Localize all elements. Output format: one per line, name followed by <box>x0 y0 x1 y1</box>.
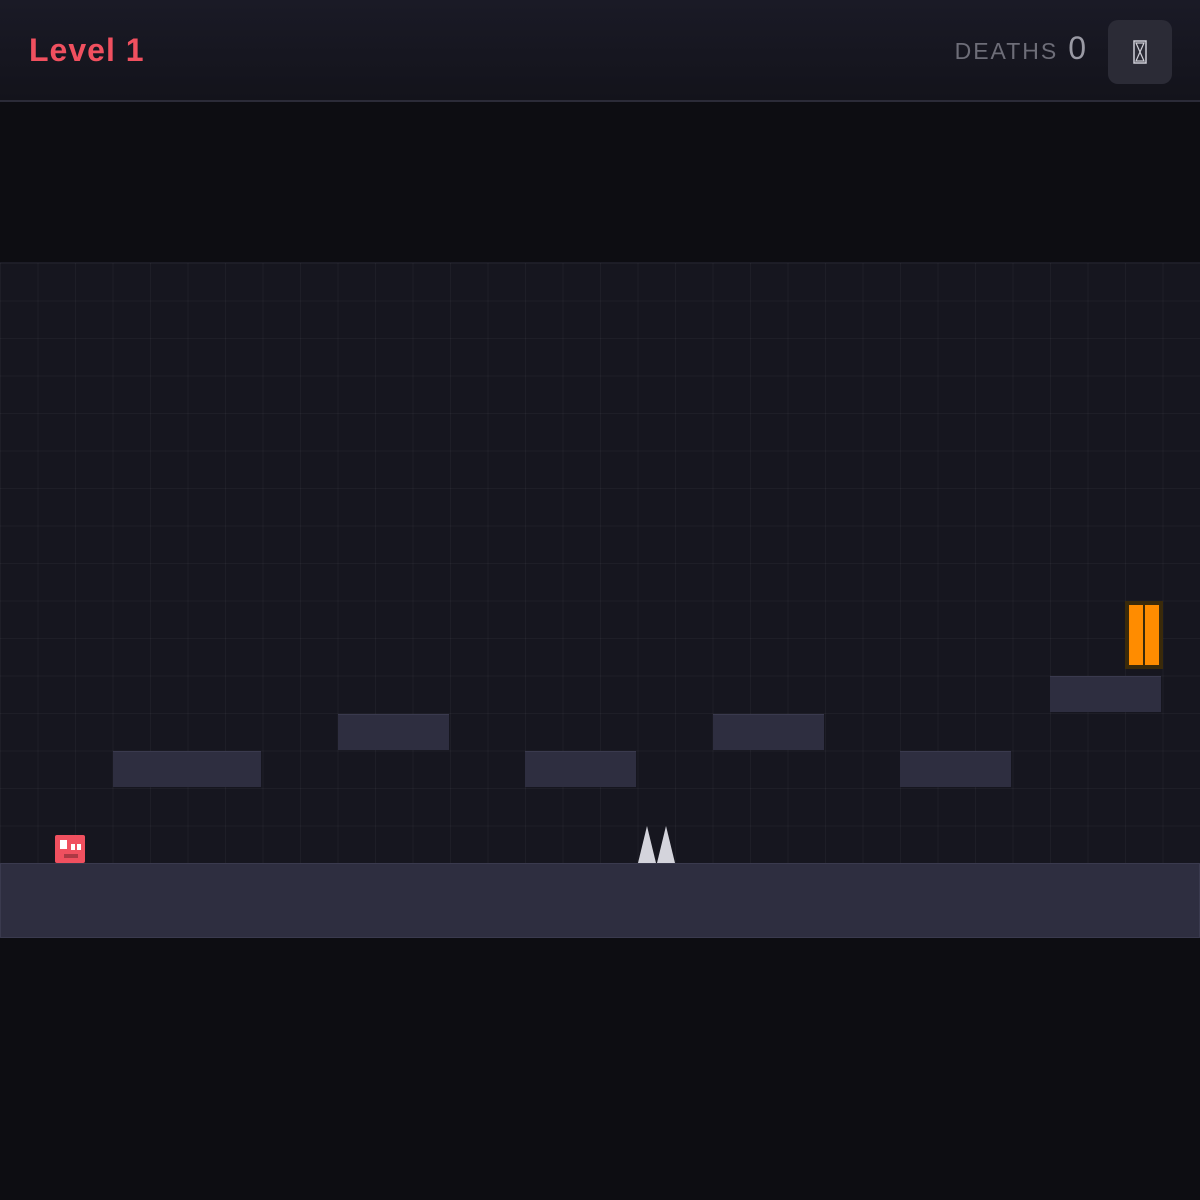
platform <box>1050 676 1161 712</box>
spike <box>657 826 675 863</box>
platform <box>113 751 261 787</box>
platform <box>338 714 449 750</box>
menu-button[interactable] <box>1108 20 1172 84</box>
platform <box>900 751 1011 787</box>
spike <box>638 826 656 863</box>
hourglass-icon <box>1133 40 1147 64</box>
door-panel <box>1145 605 1159 665</box>
door-panel <box>1129 605 1143 665</box>
deaths-label: DEATHS <box>954 38 1059 64</box>
top-bar: Level 1 DEATHS 0 <box>0 0 1200 102</box>
exit-door <box>1125 601 1163 669</box>
game-stage[interactable] <box>0 262 1200 938</box>
player-eye <box>77 844 81 850</box>
ground <box>0 863 1200 938</box>
level-title: Level 1 <box>29 32 145 68</box>
player <box>55 835 85 863</box>
player-eye <box>60 840 67 849</box>
player-eye <box>71 844 75 850</box>
platform <box>713 714 824 750</box>
deaths-count: 0 <box>1068 30 1086 66</box>
death-counter: DEATHS 0 <box>955 30 1086 70</box>
platform <box>525 751 636 787</box>
player-mouth <box>64 854 78 858</box>
